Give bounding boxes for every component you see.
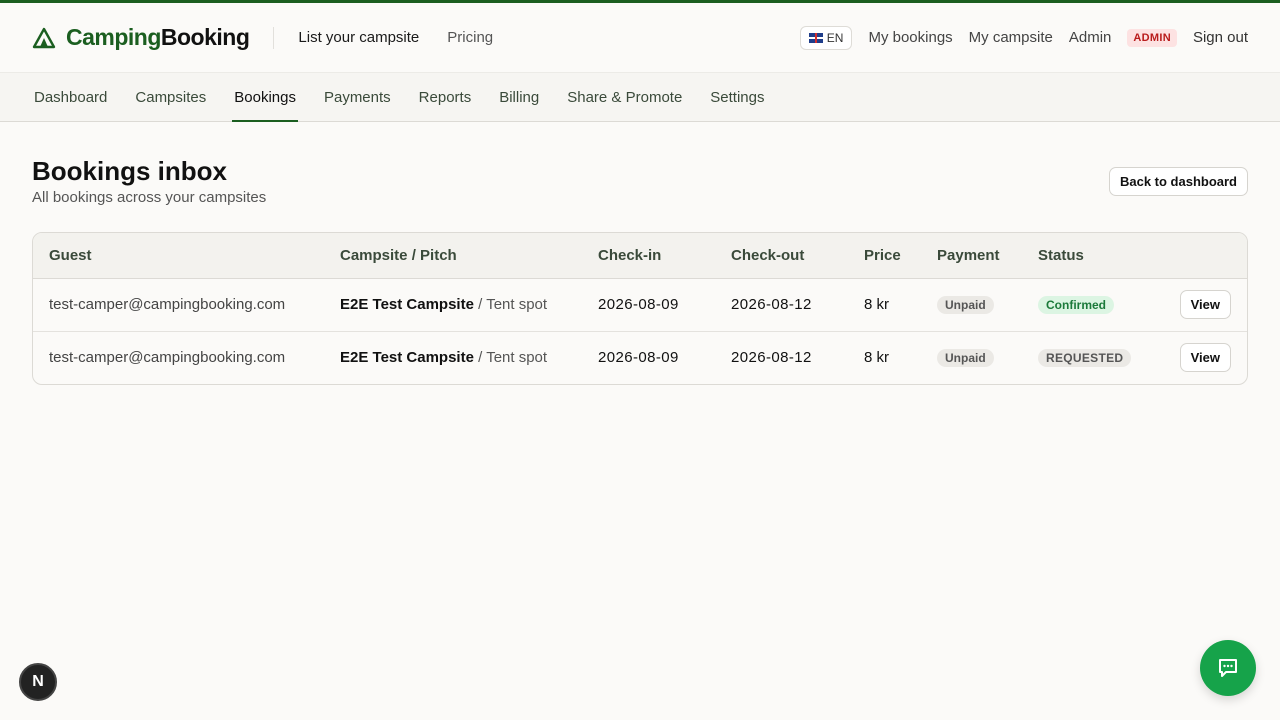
sign-out-link[interactable]: Sign out [1193, 29, 1248, 46]
admin-badge: ADMIN [1127, 28, 1177, 47]
status-cell: REQUESTED [1022, 330, 1158, 384]
brand-name: CampingBooking [66, 24, 250, 50]
campsite-name: E2E Test Campsite [340, 349, 474, 367]
language-selector[interactable]: EN [799, 25, 853, 50]
tab-payments[interactable]: Payments [322, 73, 393, 121]
table-header-row: Guest Campsite / Pitch Check-in Check-ou… [33, 233, 1247, 279]
tab-campsites[interactable]: Campsites [133, 73, 208, 121]
tent-icon [32, 27, 56, 48]
chat-bubble-icon [1219, 659, 1237, 677]
col-check-out: Check-out [715, 233, 848, 279]
back-to-dashboard-button[interactable]: Back to dashboard [1108, 166, 1248, 196]
status-cell: Confirmed [1022, 278, 1157, 331]
tab-reports[interactable]: Reports [417, 73, 474, 121]
my-bookings-link[interactable]: My bookings [868, 29, 952, 46]
view-booking-button[interactable]: View [1179, 343, 1231, 373]
dashboard-subnav: Dashboard Campsites Bookings Payments Re… [0, 72, 1280, 122]
language-label: EN [826, 30, 844, 45]
pricing-link[interactable]: Pricing [447, 29, 493, 46]
col-actions [1157, 233, 1247, 279]
price: 8 kr [864, 296, 890, 313]
col-guest: Guest [33, 233, 324, 279]
main-content: Bookings inbox All bookings across your … [0, 122, 1280, 385]
price: 8 kr [848, 330, 921, 384]
col-campsite-pitch: Campsite / Pitch [324, 233, 582, 279]
page-subtitle: All bookings across your campsites [32, 189, 267, 206]
bookings-table: Guest Campsite / Pitch Check-in Check-ou… [33, 233, 1247, 384]
dev-tools-badge[interactable]: N [19, 663, 57, 701]
my-campsite-link[interactable]: My campsite [969, 29, 1053, 46]
check-in-date: 2026-08-09 [582, 330, 715, 384]
admin-link[interactable]: Admin [1069, 29, 1112, 46]
check-in-date: 2026-08-09 [598, 296, 679, 313]
table-row[interactable]: test-camper@campingbooking.com E2E Test … [33, 330, 1247, 384]
check-out-date: 2026-08-12 [715, 330, 848, 384]
page-title: Bookings inbox [32, 156, 227, 186]
action-cell: View [1157, 278, 1247, 331]
brand-logo[interactable]: CampingBooking [32, 24, 250, 51]
booking-status-badge: REQUESTED [1038, 348, 1132, 367]
col-check-in: Check-in [582, 233, 715, 279]
campsite-pitch-cell: E2E Test Campsite / Tent spot [324, 278, 582, 331]
campsite-pitch-cell: E2E Test Campsite / Tent spot [324, 330, 582, 384]
tab-dashboard[interactable]: Dashboard [32, 73, 109, 121]
list-campsite-link[interactable]: List your campsite [298, 29, 419, 46]
payment-status-badge: Unpaid [937, 348, 994, 367]
guest-email: test-camper@campingbooking.com [49, 296, 286, 313]
payment-status-badge: Unpaid [937, 295, 994, 314]
col-price: Price [848, 233, 921, 279]
top-navigation: CampingBooking List your campsite Pricin… [0, 3, 1280, 72]
page-header: Bookings inbox All bookings across your … [32, 156, 1248, 206]
nav-divider [273, 26, 275, 49]
table-row[interactable]: test-camper@campingbooking.com E2E Test … [33, 278, 1247, 331]
tab-billing[interactable]: Billing [497, 73, 541, 121]
tab-share-promote[interactable]: Share & Promote [565, 73, 684, 121]
bookings-table-container: Guest Campsite / Pitch Check-in Check-ou… [32, 232, 1248, 385]
pitch-name: / Tent spot [478, 349, 548, 367]
tab-bookings[interactable]: Bookings [232, 73, 298, 122]
col-payment: Payment [921, 233, 1022, 279]
booking-status-badge: Confirmed [1038, 295, 1114, 314]
payment-cell: Unpaid [921, 330, 1022, 384]
guest-email: test-camper@campingbooking.com [33, 330, 324, 384]
action-cell: View [1157, 330, 1247, 384]
chat-button[interactable] [1200, 640, 1256, 696]
uk-flag-icon [808, 32, 823, 43]
campsite-name: E2E Test Campsite [340, 296, 474, 313]
col-status: Status [1022, 233, 1158, 279]
check-out-date: 2026-08-12 [731, 296, 812, 313]
view-booking-button[interactable]: View [1179, 290, 1231, 319]
payment-cell: Unpaid [921, 278, 1022, 331]
tab-settings[interactable]: Settings [708, 73, 766, 121]
pitch-name: / Tent spot [478, 296, 548, 313]
